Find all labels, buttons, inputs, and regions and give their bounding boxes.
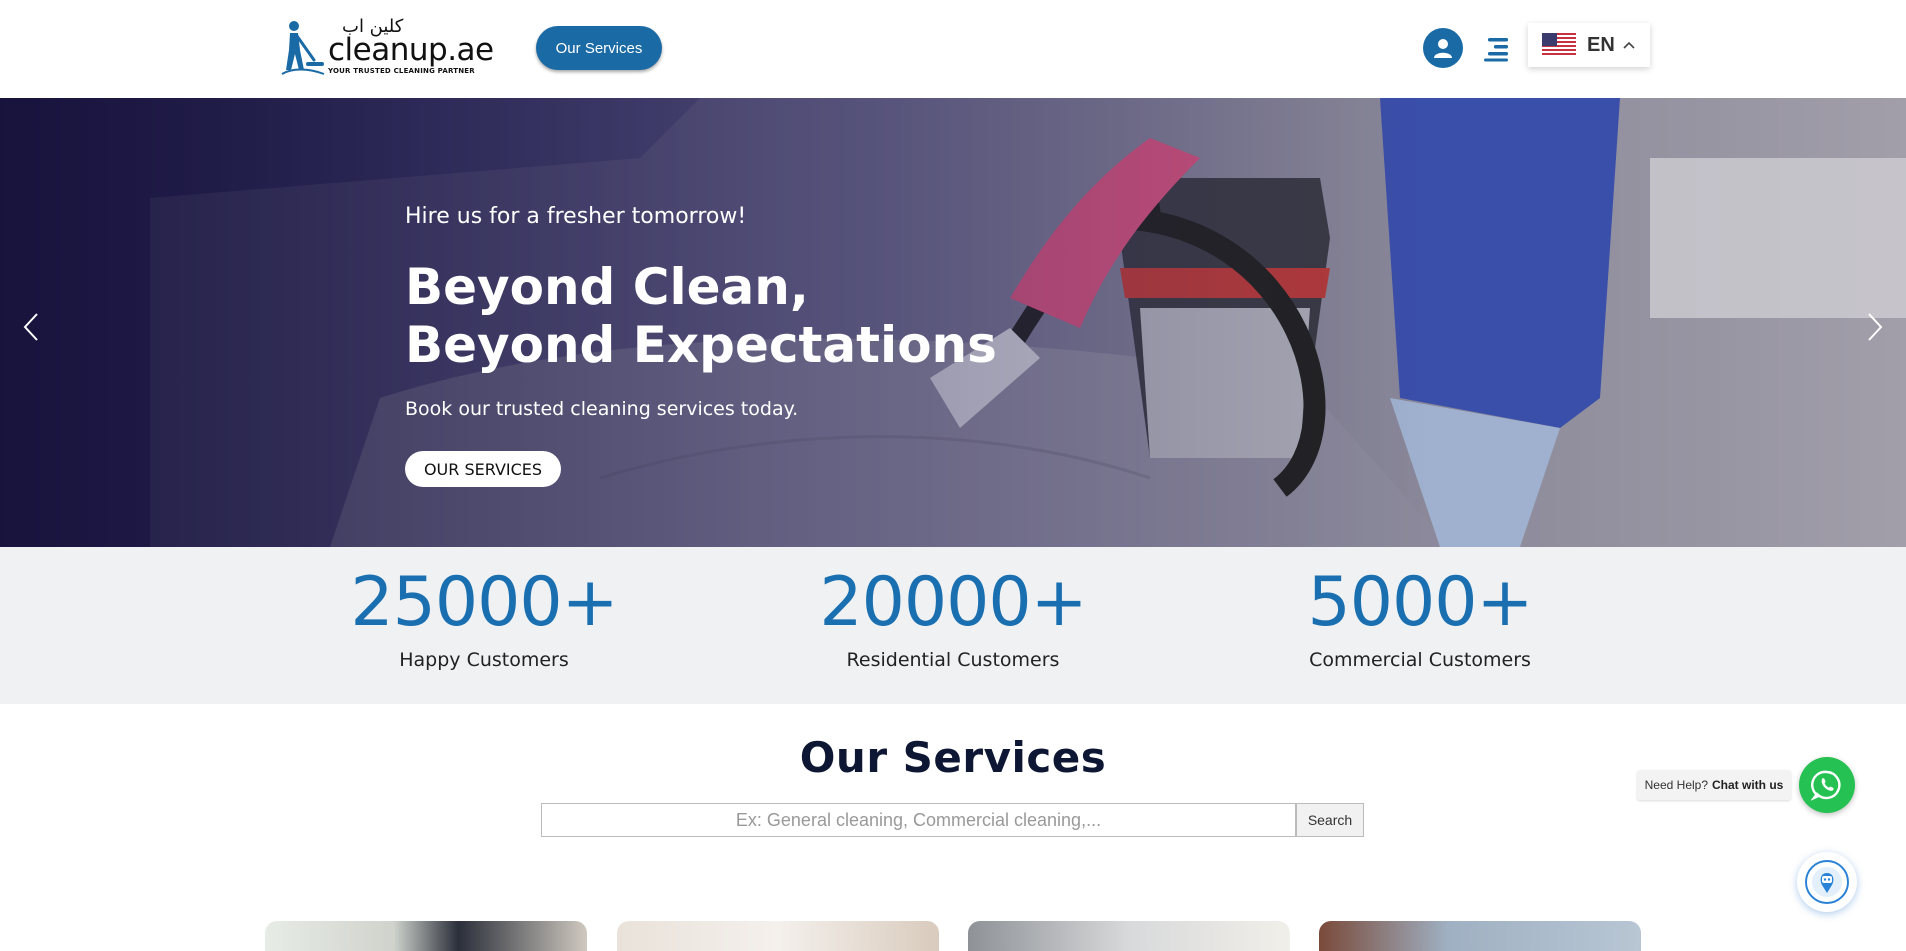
stat-label: Happy Customers — [399, 649, 569, 671]
hero-services-button[interactable]: OUR SERVICES — [405, 451, 561, 487]
hero-title-line-1: Beyond Clean, — [405, 258, 809, 316]
our-services-button[interactable]: Our Services — [536, 26, 662, 70]
hero-banner: Hire us for a fresher tomorrow! Beyond C… — [0, 98, 1906, 547]
stats-bar: 25000+ Happy Customers 20000+ Residentia… — [0, 547, 1906, 704]
service-card[interactable] — [617, 921, 939, 951]
chevron-right-icon[interactable] — [1864, 310, 1886, 344]
whatsapp-icon — [1811, 770, 1841, 801]
service-card[interactable] — [265, 921, 587, 951]
stat-commercial-customers: 5000+ Commercial Customers — [1260, 563, 1580, 672]
cleaner-figure-icon — [281, 21, 325, 75]
chatbot-icon — [1805, 860, 1849, 904]
hero-title: Beyond Clean, Beyond Expectations — [405, 258, 1105, 374]
stat-label: Residential Customers — [846, 649, 1060, 671]
chat-help-bubble[interactable]: Need Help? Chat with us — [1637, 770, 1791, 800]
stat-number: 25000+ — [350, 563, 618, 642]
hero-subtitle: Book our trusted cleaning services today… — [405, 398, 799, 420]
hero-eyebrow: Hire us for a fresher tomorrow! — [405, 204, 747, 229]
stat-number: 5000+ — [1307, 563, 1533, 642]
language-code: EN — [1587, 33, 1615, 56]
help-link[interactable]: Chat with us — [1712, 778, 1783, 792]
menu-icon[interactable] — [1482, 36, 1510, 62]
logo-wordmark: cleanup.ae — [328, 32, 494, 68]
service-cards-row — [0, 921, 1906, 951]
whatsapp-button[interactable] — [1799, 757, 1855, 813]
stat-label: Commercial Customers — [1309, 649, 1531, 671]
us-flag-icon — [1542, 33, 1576, 57]
service-card[interactable] — [968, 921, 1290, 951]
chevron-left-icon[interactable] — [20, 310, 42, 344]
stat-number: 20000+ — [819, 563, 1087, 642]
service-card[interactable] — [1319, 921, 1641, 951]
services-heading: Our Services — [799, 733, 1107, 782]
site-header: كلين اب cleanup.ae YOUR TRUSTED CLEANING… — [0, 0, 1906, 99]
stat-happy-customers: 25000+ Happy Customers — [324, 563, 644, 672]
user-icon[interactable] — [1423, 28, 1463, 68]
help-prefix: Need Help? — [1644, 778, 1709, 792]
service-search-input[interactable] — [541, 803, 1296, 837]
chatbot-button[interactable] — [1797, 852, 1857, 912]
search-button[interactable]: Search — [1296, 803, 1364, 837]
hero-title-line-2: Beyond Expectations — [405, 316, 997, 374]
chevron-up-icon — [1623, 41, 1635, 49]
logo[interactable]: كلين اب cleanup.ae YOUR TRUSTED CLEANING… — [278, 16, 494, 78]
logo-tagline: YOUR TRUSTED CLEANING PARTNER — [328, 67, 475, 75]
stat-residential-customers: 20000+ Residential Customers — [793, 563, 1113, 672]
language-selector[interactable]: EN — [1528, 23, 1650, 67]
